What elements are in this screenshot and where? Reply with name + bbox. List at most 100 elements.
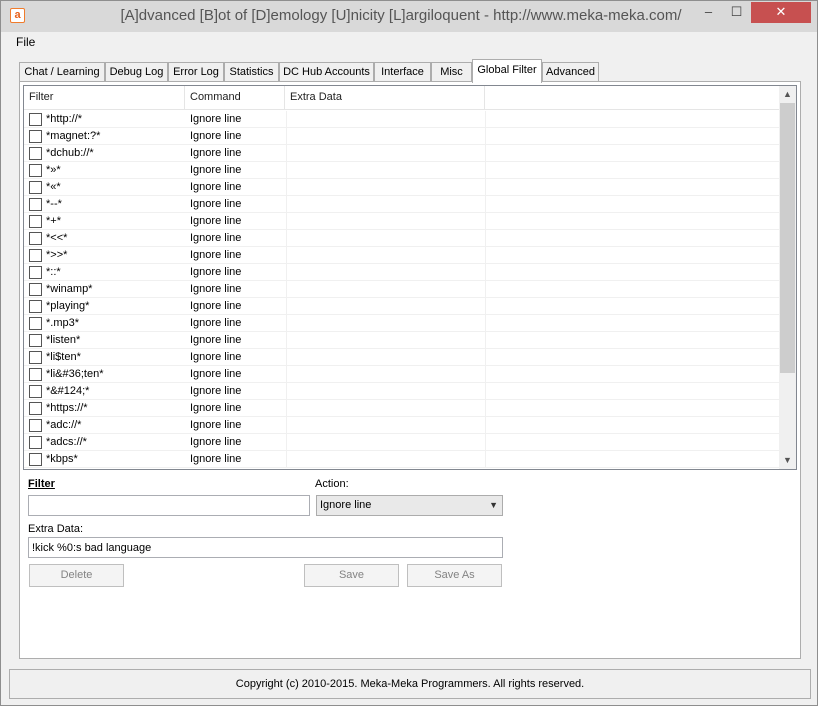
row-checkbox[interactable] <box>29 266 42 279</box>
close-icon[interactable]: ✕ <box>751 2 811 23</box>
table-row[interactable]: *winamp* Ignore line <box>24 281 779 298</box>
tab-error-log[interactable]: Error Log <box>168 62 224 82</box>
table-row[interactable]: *listen* Ignore line <box>24 332 779 349</box>
table-row[interactable]: *li$ten* Ignore line <box>24 349 779 366</box>
table-row[interactable]: *--* Ignore line <box>24 196 779 213</box>
cell-filter: *«* <box>46 181 61 193</box>
table-row[interactable]: *&#124;* Ignore line <box>24 383 779 400</box>
scroll-thumb[interactable] <box>780 103 795 373</box>
app-icon[interactable]: a <box>10 8 25 23</box>
row-checkbox[interactable] <box>29 113 42 126</box>
vertical-scrollbar[interactable]: ▲ ▼ <box>779 86 796 469</box>
chevron-down-icon[interactable]: ▼ <box>489 496 498 515</box>
row-checkbox[interactable] <box>29 283 42 296</box>
column-header-extra-data[interactable]: Extra Data <box>285 86 485 110</box>
table-row[interactable]: *kbps* Ignore line <box>24 451 779 468</box>
row-checkbox[interactable] <box>29 368 42 381</box>
save-button[interactable]: Save <box>304 564 399 587</box>
scroll-up-icon[interactable]: ▲ <box>779 86 796 103</box>
column-header-filter[interactable]: Filter <box>24 86 185 110</box>
cell-command: Ignore line <box>190 113 242 125</box>
cell-command: Ignore line <box>190 164 242 176</box>
row-checkbox[interactable] <box>29 351 42 364</box>
cell-extra-data <box>286 400 486 417</box>
row-checkbox[interactable] <box>29 232 42 245</box>
cell-command: Ignore line <box>190 334 242 346</box>
table-row[interactable]: *li&#36;ten* Ignore line <box>24 366 779 383</box>
action-select[interactable]: Ignore line ▼ <box>316 495 503 516</box>
tab-misc[interactable]: Misc <box>431 62 472 82</box>
save-as-button[interactable]: Save As <box>407 564 502 587</box>
cell-command: Ignore line <box>190 249 242 261</box>
row-checkbox[interactable] <box>29 164 42 177</box>
tab-advanced[interactable]: Advanced <box>542 62 599 82</box>
row-checkbox[interactable] <box>29 419 42 432</box>
table-row[interactable]: *adc://* Ignore line <box>24 417 779 434</box>
cell-extra-data <box>286 111 486 128</box>
filter-input[interactable] <box>28 495 310 516</box>
row-checkbox[interactable] <box>29 385 42 398</box>
cell-extra-data <box>286 213 486 230</box>
table-row[interactable]: *dchub://* Ignore line <box>24 145 779 162</box>
row-checkbox[interactable] <box>29 181 42 194</box>
table-row[interactable]: *>>* Ignore line <box>24 247 779 264</box>
cell-filter: *li$ten* <box>46 351 81 363</box>
table-row[interactable]: *<<* Ignore line <box>24 230 779 247</box>
table-row[interactable]: *magnet:?* Ignore line <box>24 128 779 145</box>
cell-filter: *adc://* <box>46 419 82 431</box>
column-header-command[interactable]: Command <box>185 86 285 110</box>
cell-extra-data <box>286 281 486 298</box>
table-row[interactable]: *+* Ignore line <box>24 213 779 230</box>
minimize-icon[interactable]: – <box>695 2 722 23</box>
table-row[interactable]: *«* Ignore line <box>24 179 779 196</box>
tab-chat-learning[interactable]: Chat / Learning <box>19 62 105 82</box>
row-checkbox[interactable] <box>29 402 42 415</box>
action-select-value: Ignore line <box>320 499 372 511</box>
filter-grid[interactable]: Filter Command Extra Data *http://* Ignor… <box>23 85 797 470</box>
table-row[interactable]: *playing* Ignore line <box>24 298 779 315</box>
table-row[interactable]: *http://* Ignore line <box>24 111 779 128</box>
tab-debug-log[interactable]: Debug Log <box>105 62 168 82</box>
title-bar[interactable]: a [A]dvanced [B]ot of [D]emology [U]nici… <box>1 1 817 32</box>
cell-filter: *dchub://* <box>46 147 94 159</box>
table-row[interactable]: *adcs://* Ignore line <box>24 434 779 451</box>
menu-file[interactable]: File <box>16 35 35 49</box>
row-checkbox[interactable] <box>29 436 42 449</box>
cell-filter: *winamp* <box>46 283 93 295</box>
maximize-icon[interactable]: ☐ <box>723 2 750 23</box>
tab-dc-hub-accounts[interactable]: DC Hub Accounts <box>279 62 374 82</box>
cell-extra-data <box>286 434 486 451</box>
cell-filter: *<<* <box>46 232 68 244</box>
global-filter-panel: Filter Command Extra Data *http://* Ignor… <box>19 81 801 659</box>
cell-command: Ignore line <box>190 181 242 193</box>
cell-command: Ignore line <box>190 317 242 329</box>
row-checkbox[interactable] <box>29 215 42 228</box>
row-checkbox[interactable] <box>29 453 42 466</box>
tab-interface[interactable]: Interface <box>374 62 431 82</box>
table-row[interactable]: *::* Ignore line <box>24 264 779 281</box>
delete-button[interactable]: Delete <box>29 564 124 587</box>
scroll-down-icon[interactable]: ▼ <box>779 452 796 469</box>
table-row[interactable]: *.mp3* Ignore line <box>24 315 779 332</box>
row-checkbox[interactable] <box>29 334 42 347</box>
app-window: a [A]dvanced [B]ot of [D]emology [U]nici… <box>0 0 818 706</box>
row-checkbox[interactable] <box>29 300 42 313</box>
cell-command: Ignore line <box>190 266 242 278</box>
cell-filter: *.mp3* <box>46 317 80 329</box>
copyright-text: Copyright (c) 2010-2015. Meka-Meka Progr… <box>235 678 585 690</box>
extra-data-input[interactable] <box>28 537 503 558</box>
row-checkbox[interactable] <box>29 147 42 160</box>
row-checkbox[interactable] <box>29 198 42 211</box>
cell-filter: *adcs://* <box>46 436 87 448</box>
cell-filter: *::* <box>46 266 61 278</box>
row-checkbox[interactable] <box>29 249 42 262</box>
cell-command: Ignore line <box>190 436 242 448</box>
tab-global-filter[interactable]: Global Filter <box>472 59 542 83</box>
cell-extra-data <box>286 264 486 281</box>
tab-statistics[interactable]: Statistics <box>224 62 279 82</box>
cell-extra-data <box>286 349 486 366</box>
row-checkbox[interactable] <box>29 317 42 330</box>
table-row[interactable]: *https://* Ignore line <box>24 400 779 417</box>
table-row[interactable]: *»* Ignore line <box>24 162 779 179</box>
row-checkbox[interactable] <box>29 130 42 143</box>
